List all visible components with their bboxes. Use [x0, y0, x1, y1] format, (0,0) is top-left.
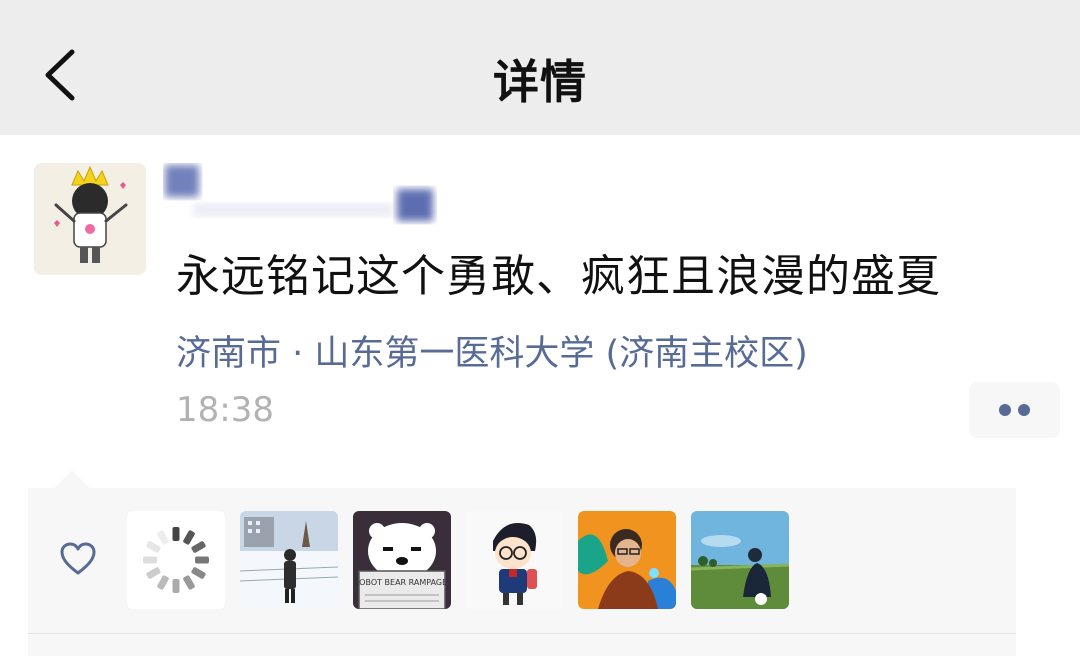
- liker-avatar-field[interactable]: [691, 511, 789, 609]
- loading-spinner-icon: [143, 527, 209, 593]
- liker-avatar-polar-bear[interactable]: ROBOT BEAR RAMPAGE!: [353, 511, 451, 609]
- page-title: 详情: [493, 55, 587, 109]
- navigation-bar: 详情: [0, 0, 1080, 135]
- post-location-link[interactable]: 济南市 · 山东第一医科大学 (济南主校区): [176, 325, 808, 376]
- snow-scene-photo: [240, 511, 338, 609]
- divider: [28, 633, 1016, 634]
- more-dots-icon: [1018, 404, 1030, 416]
- more-dots-icon: [999, 404, 1011, 416]
- liker-avatar-orange-portrait[interactable]: [578, 511, 676, 609]
- orange-portrait-illustration: [578, 511, 676, 609]
- liker-avatar-cartoon-boy[interactable]: [465, 511, 563, 609]
- author-avatar[interactable]: [34, 163, 146, 275]
- author-name-masked: [163, 163, 443, 225]
- newspaper-headline: ROBOT BEAR RAMPAGE!: [354, 578, 451, 587]
- post-time: 18:38: [176, 390, 274, 430]
- person-on-field-photo: [691, 511, 789, 609]
- polar-bear-reading-icon: ROBOT BEAR RAMPAGE!: [353, 511, 451, 609]
- likes-pointer: [54, 470, 90, 488]
- liker-avatar-snow[interactable]: [240, 511, 338, 609]
- more-actions-button[interactable]: [969, 382, 1060, 438]
- cartoon-girl-crown-illustration: [34, 163, 146, 275]
- post-text: 永远铭记这个勇敢、疯狂且浪漫的盛夏: [176, 251, 941, 302]
- cartoon-boy-glasses-icon: [465, 511, 563, 609]
- heart-outline-icon: [60, 542, 96, 576]
- liker-avatar-loading[interactable]: [127, 511, 225, 609]
